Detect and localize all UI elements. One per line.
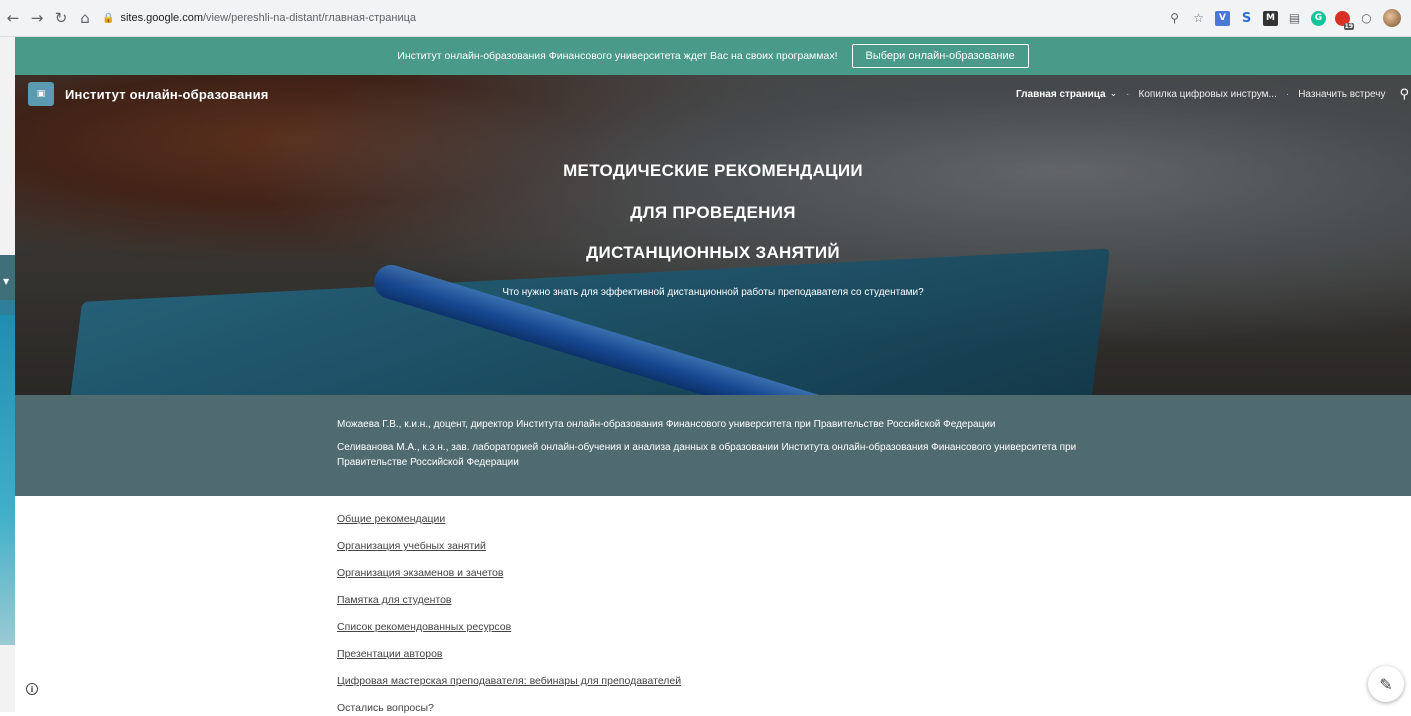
hero-subtitle: Что нужно знать для эффективной дистанци…	[502, 287, 924, 298]
nav-home[interactable]: Главная страница	[1016, 89, 1106, 100]
link-organization-exams[interactable]: Организация экзаменов и зачетов	[337, 566, 681, 593]
link-student-memo[interactable]: Памятка для студентов	[337, 593, 681, 620]
background-image	[0, 315, 15, 645]
m-extension-icon[interactable]: M	[1263, 10, 1278, 26]
link-recommended-resources[interactable]: Список рекомендованных ресурсов	[337, 620, 681, 647]
extensions-bar: ⚲ ☆ V S M ▤ G 19 ○	[1167, 9, 1401, 30]
nav-separator: ·	[1285, 88, 1290, 100]
site-header: ▣ Институт онлайн-образования Главная ст…	[15, 75, 1411, 113]
url-path: /view/pereshli-na-distant/главная-страни…	[203, 12, 417, 24]
info-icon[interactable]: i	[26, 683, 38, 695]
author-2: Селиванова М.А., к.э.н., зав. лаборатори…	[337, 442, 1077, 468]
s-extension-icon[interactable]: S	[1239, 11, 1254, 26]
site-logo[interactable]: ▣	[28, 82, 54, 106]
background-band-2	[0, 300, 15, 315]
grammarly-icon[interactable]: G	[1311, 10, 1326, 26]
online-education-button[interactable]: Выбери онлайн-образование	[851, 44, 1029, 68]
edit-pencil-icon[interactable]: ✎	[1368, 666, 1404, 702]
background-window-strip: ▼	[0, 37, 15, 712]
extension-badge-count: 19	[1343, 22, 1354, 30]
chevron-down-icon[interactable]: ⌄	[1110, 89, 1118, 99]
nav-digital-tools[interactable]: Копилка цифровых инструм...	[1139, 89, 1277, 100]
caret-down-icon: ▼	[3, 277, 10, 286]
section-links: Общие рекомендации Организация учебных з…	[337, 512, 681, 716]
hero-title-line-2: ДЛЯ ПРОВЕДЕНИЯ	[630, 203, 796, 222]
search-icon[interactable]: ⚲	[1399, 87, 1409, 102]
questions-text: Остались вопросы?	[337, 702, 434, 714]
nav-separator: ·	[1126, 88, 1130, 100]
badge-extension-icon[interactable]: 19	[1335, 10, 1354, 30]
bookmark-extension-icon[interactable]: ▤	[1287, 11, 1302, 26]
nav-schedule-meeting[interactable]: Назначить встречу	[1298, 89, 1385, 100]
hero-title-line-3: ДИСТАНЦИОННЫХ ЗАНЯТИЙ	[586, 243, 840, 262]
site-title[interactable]: Институт онлайн-образования	[65, 87, 269, 102]
link-organization-classes[interactable]: Организация учебных занятий	[337, 539, 681, 566]
hero-title-line-1: МЕТОДИЧЕСКИЕ РЕКОМЕНДАЦИИ	[563, 161, 863, 180]
reload-icon[interactable]: ↻	[52, 9, 70, 27]
back-icon[interactable]: ←	[4, 9, 22, 27]
circle-extension-icon[interactable]: ○	[1359, 11, 1374, 26]
site-navigation: Главная страница ⌄ · Копилка цифровых ин…	[1016, 87, 1411, 102]
announcement-text: Институт онлайн-образования Финансового …	[397, 50, 838, 62]
hero-banner: ▣ Институт онлайн-образования Главная ст…	[15, 75, 1411, 395]
announcement-bar: Институт онлайн-образования Финансового …	[15, 37, 1411, 75]
browser-nav-buttons: ← → ↻ ⌂	[4, 9, 94, 27]
hero-text: МЕТОДИЧЕСКИЕ РЕКОМЕНДАЦИИ ДЛЯ ПРОВЕДЕНИЯ…	[15, 160, 1411, 298]
star-icon[interactable]: ☆	[1191, 11, 1206, 26]
link-author-presentations[interactable]: Презентации авторов	[337, 647, 681, 674]
lock-icon: 🔒	[102, 12, 115, 24]
v-extension-icon[interactable]: V	[1215, 10, 1230, 26]
url-host: sites.google.com	[120, 12, 203, 24]
link-general-recommendations[interactable]: Общие рекомендации	[337, 512, 681, 539]
home-icon[interactable]: ⌂	[76, 9, 94, 27]
zoom-icon[interactable]: ⚲	[1167, 11, 1182, 26]
author-1: Можаева Г.В., к.и.н., доцент, директор И…	[337, 419, 996, 430]
profile-avatar[interactable]	[1383, 9, 1401, 27]
address-bar[interactable]: 🔒 sites.google.com/view/pereshli-na-dist…	[102, 4, 1132, 32]
forward-icon[interactable]: →	[28, 9, 46, 27]
link-digital-workshop[interactable]: Цифровая мастерская преподавателя: вебин…	[337, 674, 681, 701]
authors-section: Можаева Г.В., к.и.н., доцент, директор И…	[15, 395, 1411, 496]
browser-toolbar: ← → ↻ ⌂ 🔒 sites.google.com/view/pereshli…	[0, 0, 1411, 37]
